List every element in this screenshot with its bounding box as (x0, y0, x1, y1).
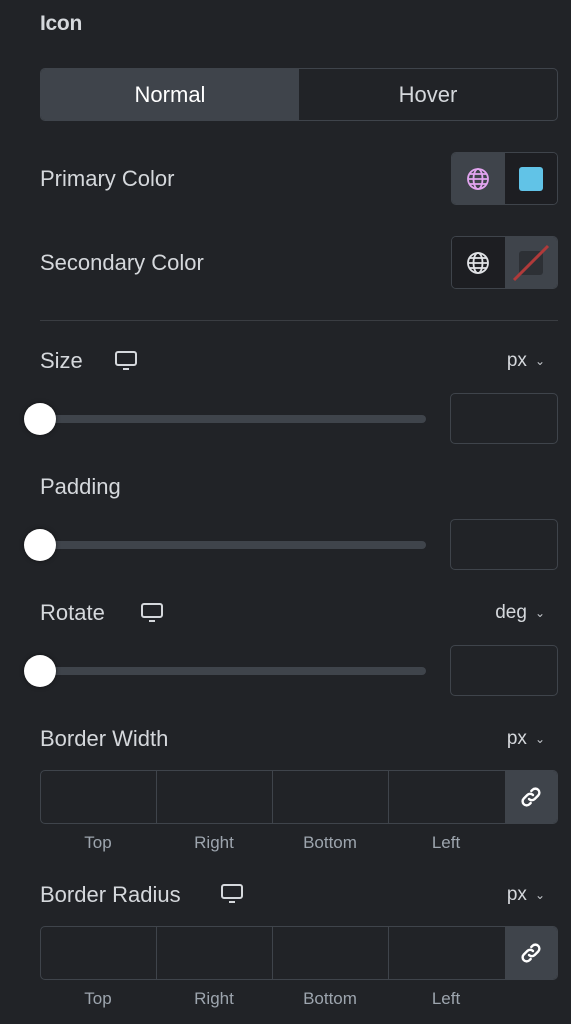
border-radius-right-input[interactable] (157, 927, 273, 979)
border-radius-left-input[interactable] (389, 927, 505, 979)
size-slider-handle[interactable] (24, 403, 56, 435)
desktop-icon[interactable] (221, 884, 243, 904)
secondary-color-swatch-button[interactable] (504, 237, 557, 288)
border-width-unit-value: px (506, 728, 527, 749)
rotate-unit-select[interactable]: deg ⌄ (495, 602, 545, 624)
padding-slider-handle[interactable] (24, 529, 56, 561)
section-title: Icon (40, 12, 82, 35)
border-width-top-input[interactable] (41, 771, 157, 823)
dim-label-right: Right (194, 833, 234, 852)
border-width-field-labels: Top Right Bottom Left (40, 833, 504, 853)
primary-global-colors-button[interactable] (452, 153, 505, 204)
size-input[interactable] (450, 393, 558, 444)
primary-color-swatch-button[interactable] (504, 153, 557, 204)
secondary-global-colors-button[interactable] (452, 237, 505, 288)
border-radius-bottom-input[interactable] (273, 927, 389, 979)
border-width-link-button[interactable] (505, 771, 557, 823)
border-width-dimensions (40, 770, 558, 824)
dim-label-top: Top (84, 989, 112, 1008)
rotate-slider-track[interactable] (40, 667, 426, 675)
size-slider-track[interactable] (40, 415, 426, 423)
border-width-left-input[interactable] (389, 771, 505, 823)
chevron-down-icon: ⌄ (534, 606, 545, 620)
dim-label-right: Right (194, 989, 234, 1008)
padding-label: Padding (40, 474, 121, 499)
chevron-down-icon: ⌄ (534, 354, 545, 368)
desktop-icon[interactable] (141, 603, 163, 623)
chevron-down-icon: ⌄ (534, 732, 545, 746)
padding-slider-track[interactable] (40, 541, 426, 549)
rotate-slider-handle[interactable] (24, 655, 56, 687)
border-radius-field-labels: Top Right Bottom Left (40, 989, 504, 1009)
border-radius-unit-value: px (506, 884, 527, 905)
border-radius-link-button[interactable] (505, 927, 557, 979)
rotate-unit-value: deg (495, 602, 527, 623)
section-divider (40, 320, 558, 321)
border-radius-dimensions (40, 926, 558, 980)
primary-color-swatch (518, 166, 543, 191)
primary-color-control (451, 152, 558, 205)
link-icon (521, 787, 541, 807)
globe-icon (467, 167, 490, 190)
border-radius-label: Border Radius (40, 882, 181, 907)
padding-input[interactable] (450, 519, 558, 570)
rotate-label: Rotate (40, 600, 105, 625)
desktop-icon[interactable] (115, 351, 137, 371)
size-unit-value: px (506, 350, 527, 371)
no-color-swatch-icon (512, 244, 549, 281)
border-radius-unit-select[interactable]: px ⌄ (507, 884, 545, 906)
dim-label-left: Left (431, 989, 461, 1008)
border-width-bottom-input[interactable] (273, 771, 389, 823)
size-label: Size (40, 348, 83, 373)
border-width-label: Border Width (40, 726, 169, 751)
primary-color-label: Primary Color (40, 166, 175, 191)
dim-label-bottom: Bottom (303, 833, 357, 852)
link-icon (521, 943, 541, 963)
border-width-right-input[interactable] (157, 771, 273, 823)
secondary-color-control (451, 236, 558, 289)
dim-label-left: Left (431, 833, 461, 852)
border-width-unit-select[interactable]: px ⌄ (507, 728, 545, 750)
tab-hover[interactable]: Hover (299, 69, 557, 120)
state-tabs: Normal Hover (40, 68, 558, 121)
chevron-down-icon: ⌄ (534, 888, 545, 902)
rotate-input[interactable] (450, 645, 558, 696)
secondary-color-label: Secondary Color (40, 250, 204, 275)
globe-icon (467, 251, 490, 274)
dim-label-bottom: Bottom (303, 989, 357, 1008)
dim-label-top: Top (84, 833, 112, 852)
border-radius-top-input[interactable] (41, 927, 157, 979)
size-unit-select[interactable]: px ⌄ (507, 350, 545, 372)
tab-normal[interactable]: Normal (41, 69, 299, 120)
